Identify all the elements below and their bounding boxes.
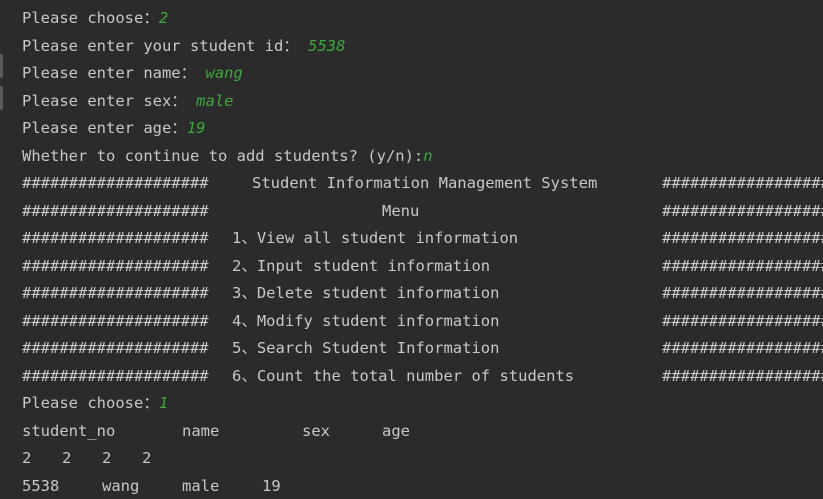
menu-border-left: #################### [22,284,209,302]
menu-border-right: #################### [662,229,823,247]
table-cell: 2 [142,449,152,467]
prompt-text: Please enter your student id： [22,37,309,55]
gutter-marker [0,86,3,110]
table-cell: wang [102,477,140,495]
table-row: 5538 wang male 19 [22,473,823,499]
user-input: male [196,92,234,110]
user-input: wang [205,64,243,82]
run-console[interactable]: Please choose：2 Please enter your studen… [0,0,823,499]
prompt-text: Whether to continue to add students? (y/… [22,147,424,165]
choose-line: Please choose：2 [22,5,168,32]
prompt-text: Please choose： [22,9,159,27]
menu-border-left: #################### [22,257,209,275]
menu-border-left: #################### [22,229,209,247]
gutter-marker [0,54,3,78]
menu-border-right: #################### [662,257,823,275]
table-cell: 2 [62,449,72,467]
prompt-text: Please enter sex： [22,92,197,110]
user-input: n [423,147,433,165]
menu-item-modify: 4、Modify student information [232,312,500,330]
prompt-text: Please enter age： [22,119,187,137]
continue-line: Whether to continue to add students? (y/… [22,143,433,170]
table-row: 2 2 2 2 [22,445,823,472]
prompt-text: Please enter name： [22,64,206,82]
menu-border-right: #################### [662,312,823,330]
menu-border-right: #################### [662,202,823,220]
choose-line: Please choose：1 [22,390,168,417]
menu-item-line: #################### 3、Delete student in… [22,280,823,307]
menu-border-left: #################### [22,312,209,330]
menu-item-line: #################### 5、Search Student In… [22,335,823,362]
table-header: student_no name sex age [22,418,823,445]
student-id-line: Please enter your student id： 5538 [22,33,345,60]
menu-border-left: #################### [22,339,209,357]
menu-border-right: #################### [662,284,823,302]
column-header: age [382,422,410,440]
menu-border-left: #################### [22,202,209,220]
menu-item-count: 6、Count the total number of students [232,367,575,385]
user-input: 19 [186,119,206,137]
table-cell: 2 [22,449,32,467]
menu-subtitle: Menu [382,202,420,220]
menu-item-line: #################### 1、View all student … [22,225,823,252]
menu-subtitle-line: #################### Menu ##############… [22,198,823,225]
user-input: 1 [158,394,169,412]
table-cell: 19 [262,477,281,495]
menu-item-line: #################### 2、Input student inf… [22,253,823,280]
menu-item-input: 2、Input student information [232,257,491,275]
menu-item-line: #################### 6、Count the total n… [22,363,823,390]
column-header: sex [302,422,330,440]
prompt-text: Please choose： [22,394,159,412]
sex-line: Please enter sex： male [22,88,233,115]
column-header: name [182,422,220,440]
menu-title: Student Information Management System [252,174,598,192]
table-cell: 2 [102,449,112,467]
menu-border-right: #################### [662,339,823,357]
menu-border-right: #################### [662,367,823,385]
table-cell: male [182,477,220,495]
user-input: 5538 [308,37,346,55]
menu-border-left: #################### [22,174,209,192]
menu-item-delete: 3、Delete student information [232,284,500,302]
user-input: 2 [158,9,169,27]
name-line: Please enter name： wang [22,60,243,87]
age-line: Please enter age：19 [22,115,205,142]
menu-border-left: #################### [22,367,209,385]
menu-border-right: #################### [662,174,823,192]
menu-title-line: #################### Student Information… [22,170,823,197]
menu-item-line: #################### 4、Modify student in… [22,308,823,335]
column-header: student_no [22,422,116,440]
menu-item-search: 5、Search Student Information [232,339,500,357]
menu-item-view: 1、View all student information [232,229,519,247]
table-cell: 5538 [22,477,60,495]
